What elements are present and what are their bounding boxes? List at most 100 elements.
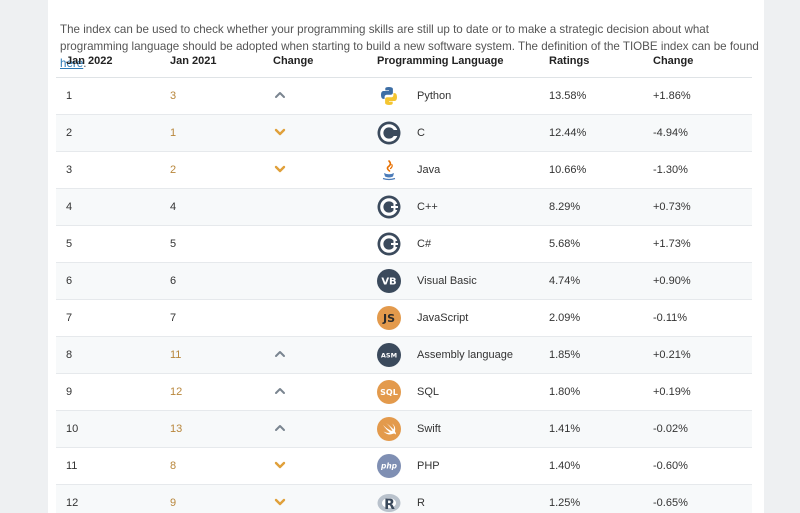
language-cell: JS JavaScript [367,299,539,337]
table-row: 3 2 Java 10.66% -1.30% [56,151,752,189]
rating-value: 13.58% [539,77,643,115]
swift-icon [377,417,401,441]
rank-previous: 8 [160,447,263,485]
rank-current: 5 [56,225,160,263]
svg-text:ASM: ASM [381,351,397,359]
language-name: PHP [417,460,440,472]
rating-change: -4.94% [643,114,752,152]
arrow-up-icon [275,350,285,357]
arrow-down-icon [274,128,286,135]
rank-previous: 4 [160,188,263,226]
table-row: 9 12 SQL SQL 1.80% +0.19% [56,373,752,411]
language-cell: php PHP [367,447,539,485]
language-cell: VB Visual Basic [367,262,539,300]
trend-cell [263,77,367,115]
rating-change: +1.86% [643,77,752,115]
header-jan-2022: Jan 2022 [56,44,160,78]
rating-change: +0.19% [643,373,752,411]
header-change: Change [263,44,367,78]
rating-change: +1.73% [643,225,752,263]
rating-change: -0.11% [643,299,752,337]
visual-basic-icon: VB [377,269,401,293]
trend-cell [263,447,367,485]
table-row: 11 8 php PHP 1.40% -0.60% [56,447,752,485]
rating-change: +0.21% [643,336,752,374]
rating-change: -0.02% [643,410,752,448]
java-icon [377,158,401,182]
trend-cell [263,151,367,189]
rating-change: +0.90% [643,262,752,300]
rating-change: -1.30% [643,151,752,189]
svg-text:php: php [380,462,398,471]
rank-current: 8 [56,336,160,374]
rating-value: 1.41% [539,410,643,448]
trend-cell [263,188,367,226]
rank-current: 7 [56,299,160,337]
assembly-icon: ASM [377,343,401,367]
table-row: 6 6 VB Visual Basic 4.74% +0.90% [56,262,752,300]
rank-previous: 12 [160,373,263,411]
rank-current: 11 [56,447,160,485]
table-row: 5 5 C# 5.68% +1.73% [56,225,752,263]
language-name: Java [417,164,441,176]
arrow-up-icon [275,91,285,98]
rank-current: 6 [56,262,160,300]
svg-text:VB: VB [381,277,396,288]
language-cell: Python [367,77,539,115]
table-row: 4 4 C++ 8.29% +0.73% [56,188,752,226]
trend-cell [263,225,367,263]
language-cell: RR [367,484,539,513]
language-cell: C# [367,225,539,263]
rank-previous: 6 [160,262,263,300]
svg-text:R: R [384,497,395,513]
rank-previous: 2 [160,151,263,189]
trend-cell [263,410,367,448]
php-icon: php [377,454,401,478]
arrow-down-icon [274,165,286,172]
rank-previous: 3 [160,77,263,115]
rank-current: 1 [56,77,160,115]
table-row: 12 9 R R 1.25% -0.65% [56,484,752,513]
c-icon [377,121,401,145]
language-name: Python [417,90,452,102]
svg-text:JS: JS [382,312,395,325]
rating-value: 1.40% [539,447,643,485]
trend-cell [263,336,367,374]
rank-current: 4 [56,188,160,226]
rank-current: 2 [56,114,160,152]
rank-current: 10 [56,410,160,448]
cplusplus-icon [377,195,401,219]
table-row: 2 1 C 12.44% -4.94% [56,114,752,152]
header-jan-2021: Jan 2021 [160,44,263,78]
language-cell: Java [367,151,539,189]
sql-icon: SQL [377,380,401,404]
header-ratings: Ratings [539,44,643,78]
language-name: Assembly language [417,349,514,361]
trend-cell [263,484,367,513]
language-name: SQL [417,386,440,398]
language-name: Swift [417,423,441,435]
language-name: Visual Basic [417,275,477,287]
rating-value: 4.74% [539,262,643,300]
table-header-row: Jan 2022 Jan 2021 Change Programming Lan… [56,44,752,78]
r-icon: R [377,491,401,513]
rating-change: +0.73% [643,188,752,226]
javascript-icon: JS [377,306,401,330]
tiobe-table: Jan 2022 Jan 2021 Change Programming Lan… [56,44,752,513]
language-cell: Swift [367,410,539,448]
rank-current: 3 [56,151,160,189]
rank-previous: 9 [160,484,263,513]
table-body: 1 3 Python 13.58% +1.86% 2 1 C 12.44% -4.94% 3 2 Jav… [56,77,752,513]
language-name: C [417,127,425,139]
language-cell: C++ [367,188,539,226]
rating-value: 1.85% [539,336,643,374]
python-icon [377,84,401,108]
arrow-down-icon [274,498,286,505]
arrow-up-icon [275,387,285,394]
table-row: 8 11 ASM Assembly language 1.85% +0.21% [56,336,752,374]
trend-cell [263,114,367,152]
arrow-down-icon [274,461,286,468]
trend-cell [263,262,367,300]
header-rating-change: Change [643,44,752,78]
rating-value: 1.80% [539,373,643,411]
